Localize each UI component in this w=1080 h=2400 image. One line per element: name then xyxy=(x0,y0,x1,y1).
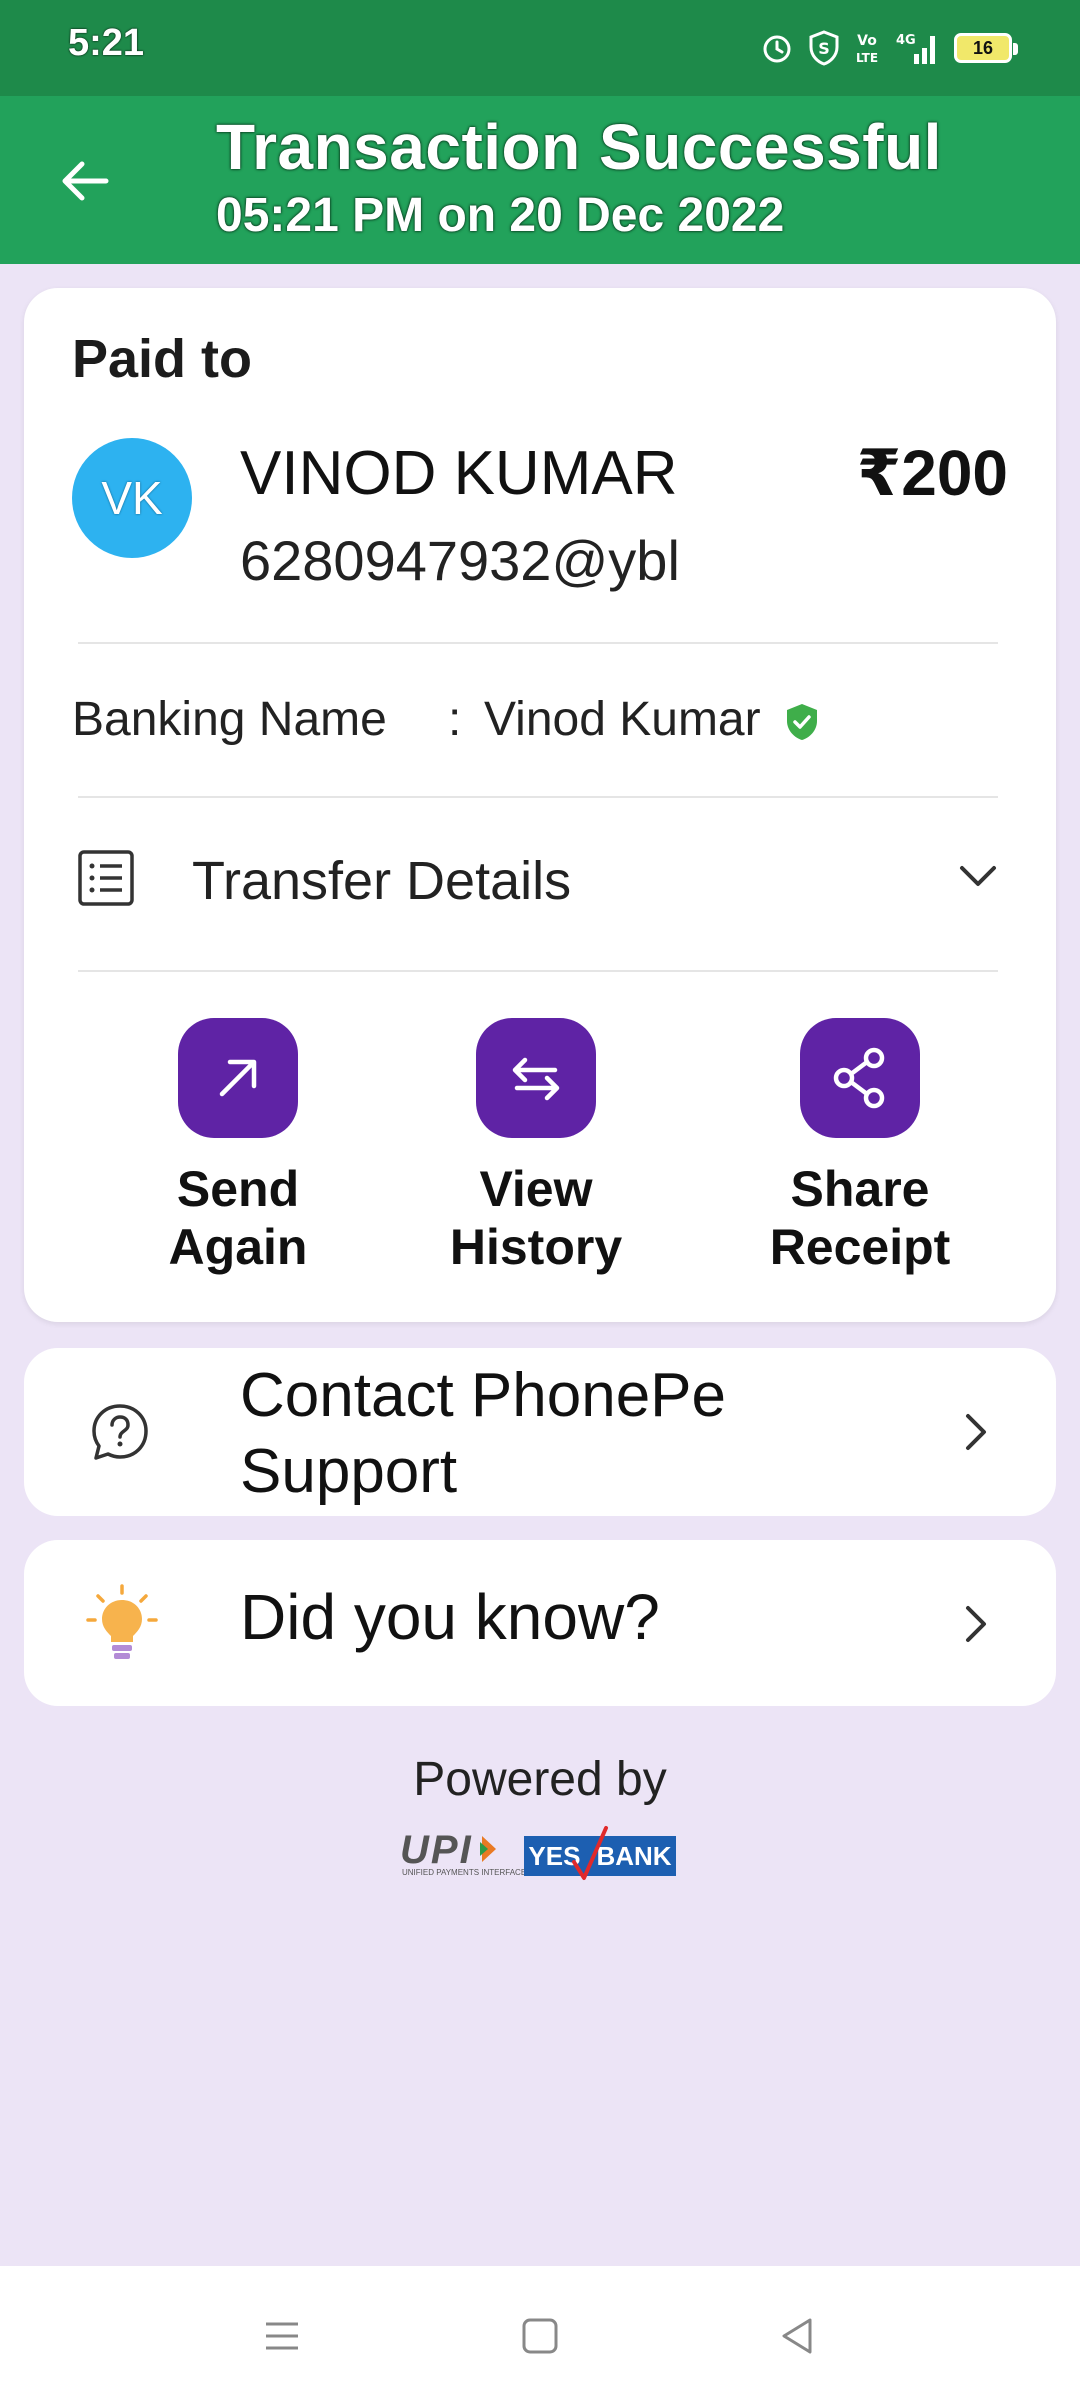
back-button[interactable] xyxy=(50,146,120,216)
payee-upi-id: 6280947932@ybl xyxy=(240,529,680,592)
arrow-left-icon xyxy=(62,161,109,201)
help-chat-icon xyxy=(92,1404,148,1460)
upi-logo-text: UPI xyxy=(400,1828,473,1872)
chevron-right-icon xyxy=(966,1414,986,1450)
status-icons: S Vo LTE 4G 16 xyxy=(760,28,1018,68)
chevron-right-icon xyxy=(966,1606,986,1642)
receipt-list-icon xyxy=(78,850,134,906)
swap-arrows-icon xyxy=(512,1057,560,1101)
amount: ₹200 xyxy=(856,437,1008,509)
payee-name: VINOD KUMAR xyxy=(240,439,678,508)
status-bar: 5:21 S Vo LTE 4G 16 xyxy=(0,0,1080,96)
share-receipt-button[interactable]: Share Receipt xyxy=(740,1018,980,1276)
avatar: VK xyxy=(72,438,192,558)
share-icon xyxy=(833,1047,885,1109)
banking-name-value: Vinod Kumar xyxy=(484,693,761,746)
share-receipt-icon-button[interactable] xyxy=(800,1018,920,1138)
yes-bank-tick-icon xyxy=(572,1826,608,1880)
home-square-icon xyxy=(522,2318,558,2354)
system-nav-bar xyxy=(0,2266,1080,2400)
view-history-button[interactable]: View History xyxy=(416,1018,656,1276)
did-you-know-button[interactable]: Did you know? xyxy=(24,1540,1056,1706)
shield-icon: S xyxy=(808,30,840,66)
action-buttons: Send Again View History Share Receipt xyxy=(24,1018,1056,1308)
svg-text:S: S xyxy=(818,39,830,58)
divider xyxy=(78,642,998,644)
battery-level: 16 xyxy=(972,37,994,58)
status-time: 5:21 xyxy=(68,22,145,64)
triangle-back-icon xyxy=(782,2318,812,2354)
nav-back-button[interactable] xyxy=(768,2306,828,2366)
page-title: Transaction Successful xyxy=(216,111,942,183)
upi-logo: UPI UNIFIED PAYMENTS INTERFACE xyxy=(400,1828,526,1877)
contact-support-button[interactable]: Contact PhonePe Support xyxy=(24,1348,1056,1516)
verified-shield-icon xyxy=(787,704,817,740)
nav-home-button[interactable] xyxy=(510,2306,570,2366)
nav-menu-button[interactable] xyxy=(252,2306,312,2366)
transfer-details-toggle[interactable]: Transfer Details xyxy=(24,818,1056,958)
banking-name-separator: : xyxy=(448,693,462,746)
send-again-button[interactable]: Send Again xyxy=(118,1018,358,1276)
transaction-timestamp: 05:21 PM on 20 Dec 2022 xyxy=(216,189,785,242)
chevron-down-icon xyxy=(960,866,996,886)
paid-to-label: Paid to xyxy=(72,329,253,389)
divider xyxy=(78,796,998,798)
signal-icon: 4G xyxy=(894,30,940,66)
transfer-details-label: Transfer Details xyxy=(192,851,572,911)
app-header: Transaction Successful 05:21 PM on 20 De… xyxy=(0,96,1080,264)
upi-logo-subtext: UNIFIED PAYMENTS INTERFACE xyxy=(402,1868,527,1877)
arrow-up-right-icon xyxy=(219,1059,257,1097)
battery-icon: 16 xyxy=(954,33,1018,63)
lightbulb-icon xyxy=(86,1584,158,1659)
powered-by-label: Powered by xyxy=(413,1753,667,1806)
send-again-icon-button[interactable] xyxy=(178,1018,298,1138)
volte-icon: Vo LTE xyxy=(854,30,880,66)
view-history-icon-button[interactable] xyxy=(476,1018,596,1138)
banking-name-label: Banking Name xyxy=(72,693,387,746)
send-again-label: Send Again xyxy=(168,1161,308,1275)
menu-icon xyxy=(266,2322,298,2350)
transaction-card: Paid to VK VINOD KUMAR 6280947932@ybl ₹2… xyxy=(24,288,1056,1322)
partner-logos: UPI UNIFIED PAYMENTS INTERFACE YES BANK xyxy=(400,1824,680,1884)
share-receipt-label: Share Receipt xyxy=(769,1161,951,1275)
did-you-know-label: Did you know? xyxy=(240,1581,660,1653)
network-type: 4G xyxy=(896,33,916,48)
alarm-icon xyxy=(760,31,794,65)
divider xyxy=(78,970,998,972)
upi-arrow-icon xyxy=(480,1836,496,1862)
contact-support-label: Contact PhonePe Support xyxy=(240,1361,727,1506)
svg-text:Vo: Vo xyxy=(857,33,877,49)
svg-text:LTE: LTE xyxy=(856,51,878,65)
view-history-label: View History xyxy=(449,1161,623,1275)
